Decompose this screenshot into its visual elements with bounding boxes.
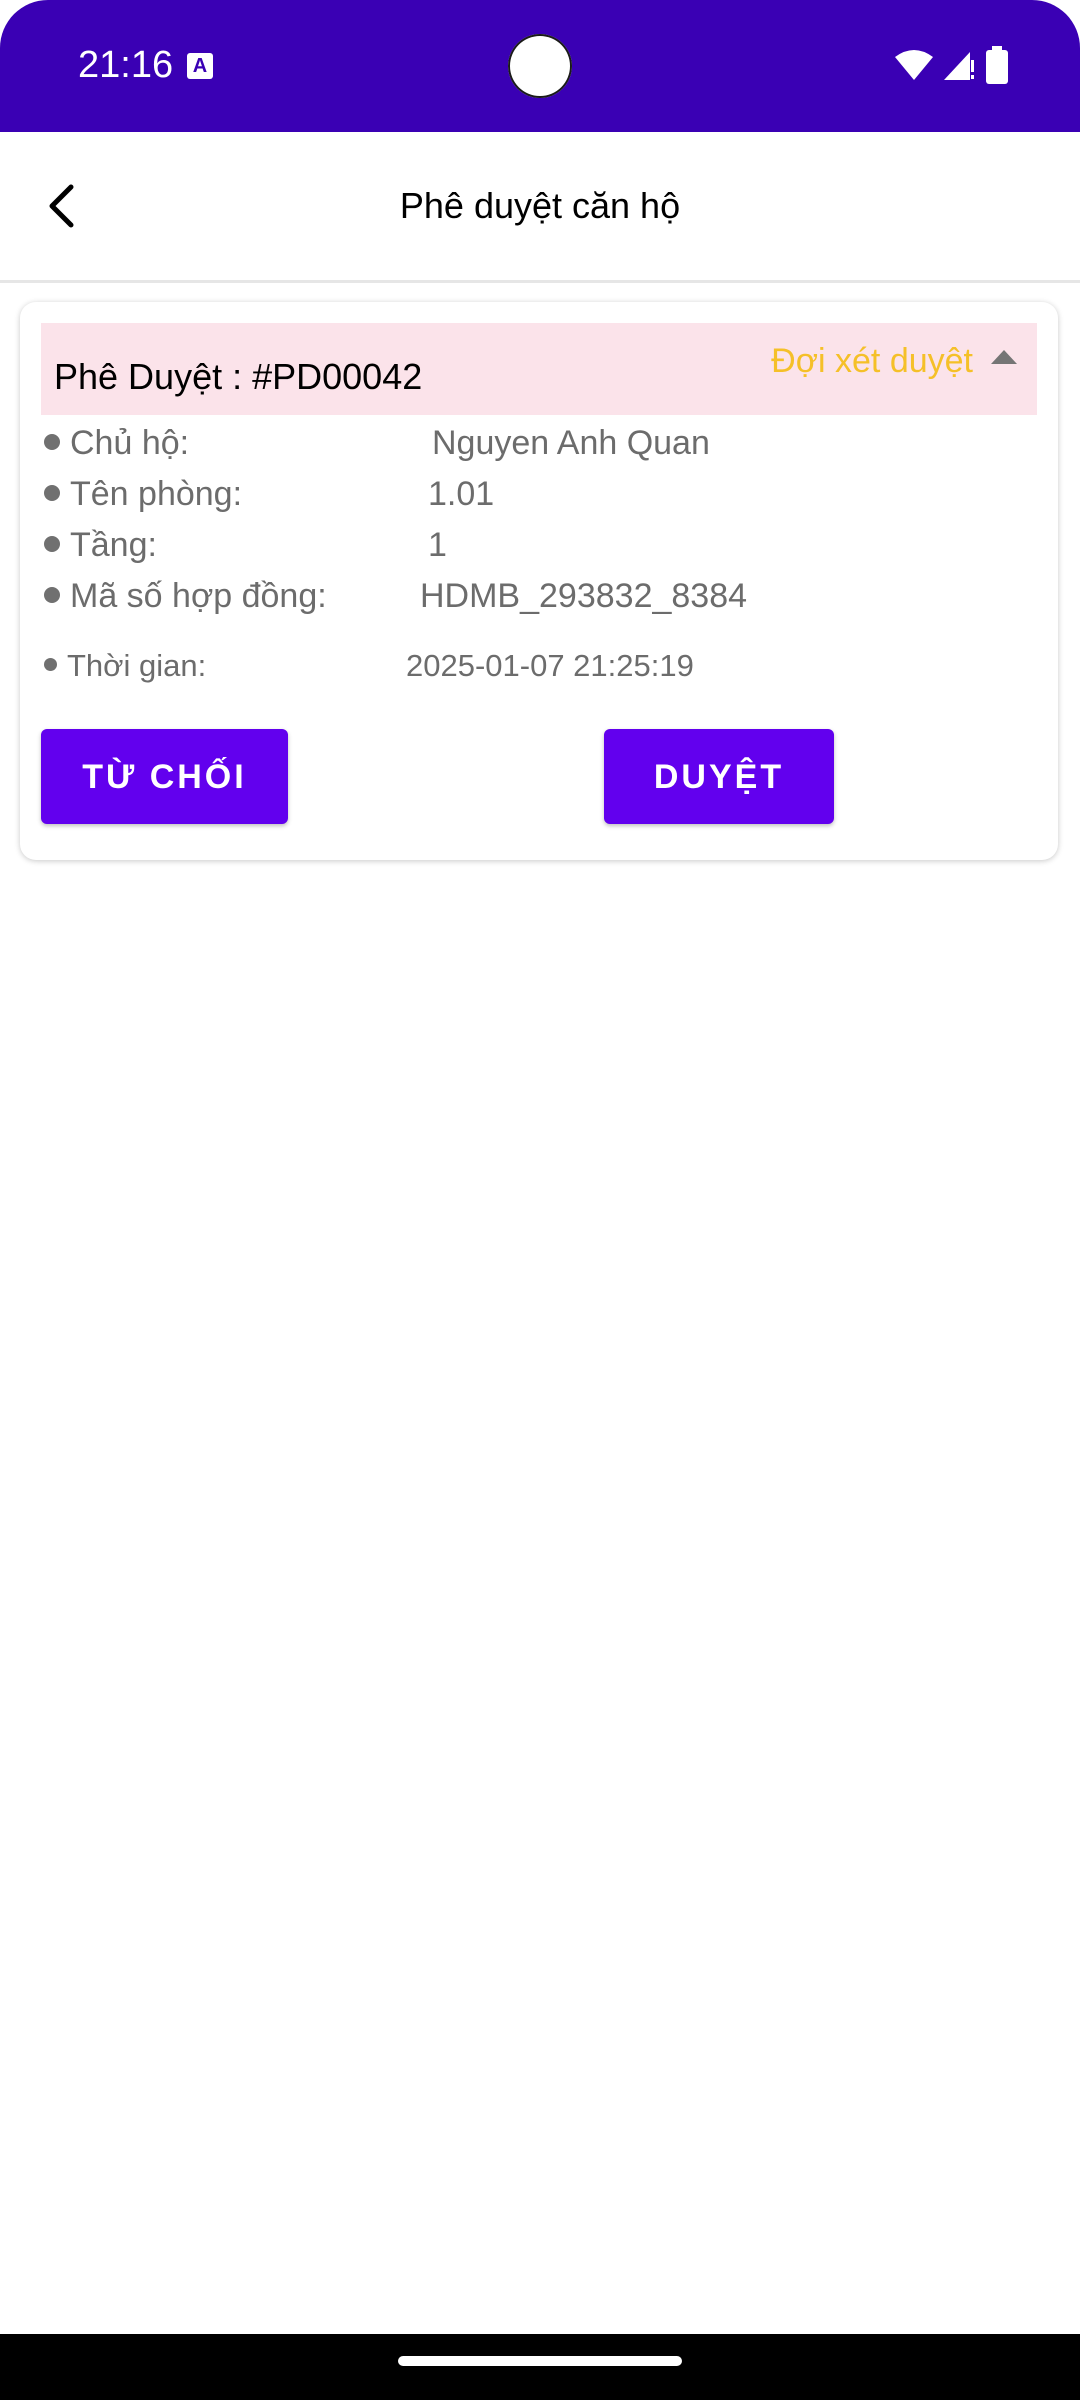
status-label: Đợi xét duyệt bbox=[771, 342, 973, 380]
detail-row-time: Thời gian: 2025-01-07 21:25:19 bbox=[44, 644, 694, 688]
detail-label: Tầng: bbox=[70, 526, 157, 564]
approve-button[interactable]: DUYỆT bbox=[604, 729, 834, 824]
bullet-icon bbox=[44, 536, 60, 553]
detail-label: Mã số hợp đồng: bbox=[70, 577, 327, 615]
bullet-icon bbox=[44, 485, 60, 502]
detail-row-owner: Chủ hộ: Nguyen Anh Quan bbox=[44, 421, 710, 465]
page-title: Phê duyệt căn hộ bbox=[399, 185, 681, 226]
detail-label: Tên phòng: bbox=[70, 475, 243, 513]
detail-value: Nguyen Anh Quan bbox=[432, 424, 710, 462]
status-icons bbox=[894, 44, 1010, 86]
detail-row-floor: Tầng: 1 bbox=[44, 523, 447, 567]
navigation-bar bbox=[0, 2334, 1080, 2400]
detail-value: 1 bbox=[428, 526, 447, 564]
bullet-icon bbox=[44, 434, 60, 451]
home-indicator[interactable] bbox=[398, 2356, 682, 2366]
approval-id-title: Phê Duyệt : #PD00042 bbox=[54, 356, 423, 397]
card-header[interactable]: Phê Duyệt : #PD00042 Đợi xét duyệt bbox=[41, 323, 1037, 415]
caret-up-icon[interactable] bbox=[989, 347, 1019, 367]
battery-icon bbox=[986, 46, 1008, 84]
app-bar: Phê duyệt căn hộ bbox=[0, 132, 1080, 283]
status-bar: 21:16 A bbox=[0, 0, 1080, 132]
detail-label: Thời gian: bbox=[67, 648, 207, 683]
bullet-icon bbox=[44, 658, 57, 672]
detail-value: 2025-01-07 21:25:19 bbox=[406, 648, 694, 683]
detail-value: HDMB_293832_8384 bbox=[420, 577, 748, 615]
wifi-icon bbox=[895, 50, 933, 80]
keyboard-notification-icon: A bbox=[187, 53, 213, 79]
detail-label: Chủ hộ: bbox=[70, 424, 190, 462]
detail-row-room: Tên phòng: 1.01 bbox=[44, 472, 494, 516]
camera-cutout bbox=[508, 34, 572, 98]
approval-card: Phê Duyệt : #PD00042 Đợi xét duyệt Chủ h… bbox=[20, 302, 1058, 860]
cellular-signal-icon bbox=[944, 52, 974, 80]
detail-row-contract: Mã số hợp đồng: HDMB_293832_8384 bbox=[44, 574, 747, 618]
detail-value: 1.01 bbox=[428, 475, 495, 513]
reject-button[interactable]: TỪ CHỐI bbox=[41, 729, 288, 824]
bullet-icon bbox=[44, 587, 60, 604]
status-time: 21:16 bbox=[78, 44, 174, 86]
